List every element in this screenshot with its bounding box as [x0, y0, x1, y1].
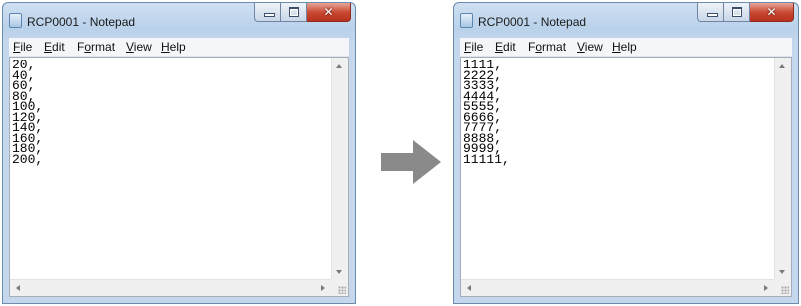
notepad-window-after: RCP0001 - Notepad ✕ File Edit Format Vie…: [453, 2, 799, 304]
horizontal-scrollbar[interactable]: [461, 279, 774, 296]
vertical-scrollbar[interactable]: [774, 58, 791, 279]
menu-file[interactable]: File: [13, 40, 32, 54]
scroll-left-icon[interactable]: [467, 285, 471, 291]
close-icon: ✕: [766, 5, 777, 19]
size-grip[interactable]: [774, 279, 791, 296]
minimize-button[interactable]: [254, 3, 281, 22]
menu-format[interactable]: Format: [528, 40, 566, 54]
close-icon: ✕: [323, 5, 334, 19]
menu-file[interactable]: File: [464, 40, 483, 54]
scroll-up-icon[interactable]: [779, 64, 785, 68]
title-bar[interactable]: RCP0001 - Notepad ✕: [3, 3, 355, 37]
notepad-window-before: RCP0001 - Notepad ✕ File Edit Format Vie…: [2, 2, 356, 304]
scroll-right-icon[interactable]: [764, 285, 768, 291]
scroll-down-icon[interactable]: [779, 270, 785, 274]
text-editor[interactable]: 20, 40, 60, 80, 100, 120, 140, 160, 180,…: [9, 57, 349, 297]
vertical-scrollbar[interactable]: [331, 58, 348, 279]
editor-content[interactable]: 1111, 2222, 3333, 4444, 5555, 6666, 7777…: [463, 60, 773, 278]
scroll-up-icon[interactable]: [336, 64, 342, 68]
maximize-icon: [289, 7, 299, 17]
window-title: RCP0001 - Notepad: [27, 15, 136, 29]
maximize-button[interactable]: [724, 3, 750, 22]
menu-help[interactable]: Help: [612, 40, 637, 54]
title-bar[interactable]: RCP0001 - Notepad ✕: [454, 3, 798, 37]
maximize-button[interactable]: [281, 3, 307, 22]
scroll-left-icon[interactable]: [16, 285, 20, 291]
menu-edit[interactable]: Edit: [44, 40, 65, 54]
notepad-icon: [9, 13, 22, 28]
text-editor[interactable]: 1111, 2222, 3333, 4444, 5555, 6666, 7777…: [460, 57, 792, 297]
scroll-right-icon[interactable]: [321, 285, 325, 291]
maximize-icon: [732, 7, 742, 17]
menu-view[interactable]: View: [577, 40, 603, 54]
menu-bar: File Edit Format View Help: [460, 38, 792, 57]
close-button[interactable]: ✕: [307, 3, 351, 22]
menu-view[interactable]: View: [126, 40, 152, 54]
size-grip-icon: [338, 286, 346, 294]
scroll-down-icon[interactable]: [336, 270, 342, 274]
editor-content[interactable]: 20, 40, 60, 80, 100, 120, 140, 160, 180,…: [12, 60, 330, 278]
menu-edit[interactable]: Edit: [495, 40, 516, 54]
size-grip-icon: [781, 286, 789, 294]
window-title: RCP0001 - Notepad: [478, 15, 587, 29]
close-button[interactable]: ✕: [750, 3, 794, 22]
notepad-icon: [460, 13, 473, 28]
minimize-icon: [264, 13, 275, 17]
minimize-icon: [707, 13, 718, 17]
menu-bar: File Edit Format View Help: [9, 38, 349, 57]
right-arrow-icon: [381, 140, 441, 184]
menu-format[interactable]: Format: [77, 40, 115, 54]
size-grip[interactable]: [331, 279, 348, 296]
horizontal-scrollbar[interactable]: [10, 279, 331, 296]
menu-help[interactable]: Help: [161, 40, 186, 54]
minimize-button[interactable]: [697, 3, 724, 22]
